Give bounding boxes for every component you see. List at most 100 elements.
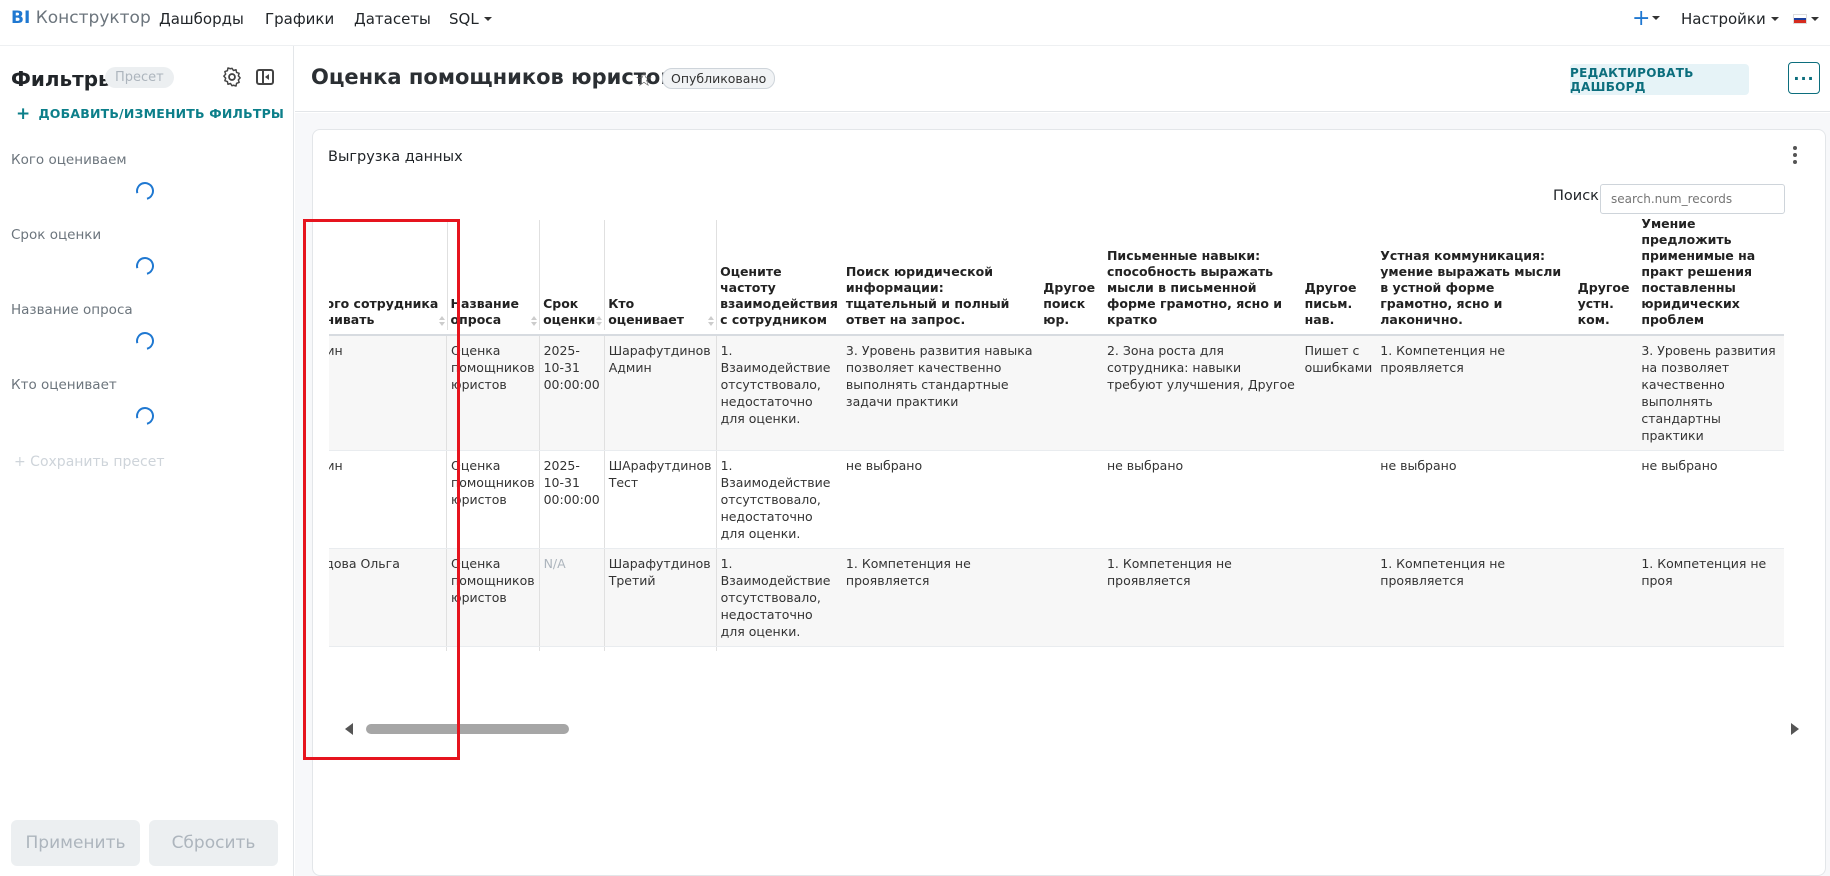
table-cell: Пишет с ошибками bbox=[1300, 335, 1377, 451]
column-header-label: Поиск юридической информации: тщательный… bbox=[845, 264, 1010, 327]
table-cell bbox=[1573, 335, 1638, 451]
table-cell bbox=[1573, 548, 1638, 647]
filters-title: Фильтры bbox=[11, 67, 117, 91]
table-row: ндова ОльгаОценка помощников юристовN/AШ… bbox=[329, 548, 1784, 647]
table-cell: не выбрано bbox=[1102, 450, 1301, 549]
table-cell: ШАрафутдинов Тест bbox=[604, 450, 717, 549]
table-cell: не выбрано bbox=[1637, 450, 1784, 549]
table-cell: не выбрано bbox=[1376, 450, 1574, 549]
table-cell: 1. Компетенция не проявляется bbox=[1376, 548, 1574, 647]
column-header[interactable]: Поиск юридической информации: тщательный… bbox=[841, 216, 1040, 336]
data-export-card: Выгрузка данных Поиск кого сотрудника ен… bbox=[312, 129, 1826, 876]
data-table-viewport: кого сотрудника ениватьНазвание опросаСр… bbox=[329, 216, 1800, 651]
plus-icon: + bbox=[16, 104, 31, 124]
table-cell: не выбрано bbox=[841, 450, 1040, 549]
column-header[interactable]: Другое письм. нав. bbox=[1300, 216, 1377, 336]
column-header[interactable]: Умение предложить применимые на практ ре… bbox=[1637, 216, 1784, 336]
table-row: минОценка помощников юристов2025-10-31 0… bbox=[329, 450, 1784, 549]
column-header-label: Срок оценки bbox=[543, 296, 596, 327]
column-header-label: Название опроса bbox=[450, 296, 519, 327]
gear-icon[interactable] bbox=[221, 66, 243, 88]
preset-badge[interactable]: Пресет bbox=[105, 67, 174, 88]
table-cell: N/A bbox=[539, 646, 605, 651]
dashboard-header: Оценка помощников юристов ☆ Опубликовано… bbox=[295, 46, 1830, 112]
table-cell: не выбрано bbox=[1637, 646, 1784, 651]
plus-icon[interactable]: + bbox=[1632, 6, 1650, 31]
ru-flag-icon[interactable] bbox=[1793, 14, 1807, 24]
table-row: китина ЕкатеринаN/A1. Взаимодействие отс… bbox=[329, 646, 1784, 651]
table-cell bbox=[1300, 548, 1377, 647]
column-header-label: Другое поиск юр. bbox=[1043, 280, 1096, 327]
search-input[interactable] bbox=[1600, 184, 1785, 214]
horizontal-scrollbar[interactable] bbox=[329, 721, 1800, 735]
kebab-menu-icon[interactable] bbox=[1793, 146, 1799, 166]
more-options-button[interactable]: ··· bbox=[1788, 62, 1820, 94]
column-header[interactable]: Устная коммуникация: умение выражать мыс… bbox=[1376, 216, 1574, 336]
table-cell: Оценка помощников юристов bbox=[446, 335, 540, 451]
column-header[interactable]: Срок оценки bbox=[539, 216, 606, 336]
column-header[interactable]: Другое устн. ком. bbox=[1573, 216, 1638, 336]
table-cell: 2025-10-31 00:00:00 bbox=[539, 450, 605, 549]
table-cell: 1. Компетенция не проя bbox=[1637, 548, 1784, 647]
nav-settings-dropdown[interactable]: Настройки bbox=[1681, 10, 1779, 28]
reset-button[interactable]: Сбросить bbox=[149, 820, 278, 866]
save-preset-button[interactable]: + Сохранить пресет bbox=[14, 454, 165, 470]
table-cell bbox=[604, 646, 717, 651]
edit-dashboard-button[interactable]: РЕДАКТИРОВАТЬ ДАШБОРД bbox=[1570, 64, 1749, 95]
table-body: минОценка помощников юристов2025-10-31 0… bbox=[329, 335, 1784, 651]
chevron-down-icon[interactable] bbox=[1811, 17, 1819, 21]
brand-logo[interactable]: BI Конструктор bbox=[11, 8, 151, 28]
filter-label-evaluation-date: Срок оценки bbox=[11, 227, 102, 243]
table-cell: не выбрано bbox=[1376, 646, 1574, 651]
nav-sql-dropdown[interactable]: SQL bbox=[449, 10, 492, 28]
table-cell: Шарафутдинов Третий bbox=[604, 548, 717, 647]
table-cell bbox=[1300, 450, 1377, 549]
table-cell bbox=[1039, 646, 1103, 651]
nav-datasets[interactable]: Датасеты bbox=[354, 10, 431, 28]
column-header-label: Другое письм. нав. bbox=[1304, 280, 1357, 327]
collapse-sidebar-icon[interactable] bbox=[256, 69, 274, 85]
column-header[interactable]: Кто оценивает bbox=[604, 216, 718, 336]
table-cell bbox=[1039, 548, 1103, 647]
table-cell: 3. Уровень развития навыка позволяет кач… bbox=[841, 335, 1040, 451]
add-filters-label: ДОБАВИТЬ/ИЗМЕНИТЬ ФИЛЬТРЫ bbox=[38, 106, 285, 121]
nav-dashboards[interactable]: Дашборды bbox=[159, 10, 244, 28]
table-cell: 2. Зона роста для сотрудника: навыки тре… bbox=[1102, 335, 1301, 451]
table-cell: 1. Компетенция не проявляется bbox=[1102, 548, 1301, 647]
chevron-down-icon[interactable] bbox=[1652, 16, 1660, 20]
filter-label-evaluator: Кто оценивает bbox=[11, 377, 117, 393]
table-cell bbox=[1300, 646, 1377, 651]
data-table: кого сотрудника ениватьНазвание опросаСр… bbox=[329, 216, 1784, 651]
sort-icon[interactable] bbox=[708, 316, 715, 326]
column-header[interactable]: Другое поиск юр. bbox=[1039, 216, 1103, 336]
sort-icon[interactable] bbox=[596, 316, 603, 326]
table-cell: 1. Компетенция не проявляется bbox=[841, 548, 1040, 647]
add-filters-button[interactable]: + ДОБАВИТЬ/ИЗМЕНИТЬ ФИЛЬТРЫ bbox=[16, 104, 284, 124]
column-header-label: Другое устн. ком. bbox=[1577, 280, 1630, 327]
table-cell: N/A bbox=[539, 548, 605, 647]
filter-label-who-evaluated: Кого оцениваем bbox=[11, 152, 127, 168]
table-header-row: кого сотрудника ениватьНазвание опросаСр… bbox=[329, 216, 1784, 336]
loading-spinner-icon bbox=[132, 403, 158, 429]
table-cell bbox=[1039, 335, 1103, 451]
top-navbar: BI Конструктор Дашборды Графики Датасеты… bbox=[0, 0, 1830, 46]
sort-icon[interactable] bbox=[531, 316, 538, 326]
page-title: Оценка помощников юристов bbox=[311, 65, 674, 89]
apply-button[interactable]: Применить bbox=[11, 820, 140, 866]
filters-sidebar: Фильтры Пресет + ДОБАВИТЬ/ИЗМЕНИТЬ ФИЛЬТР… bbox=[0, 46, 294, 876]
star-icon[interactable]: ☆ bbox=[635, 67, 653, 91]
loading-spinner-icon bbox=[132, 328, 158, 354]
nav-charts[interactable]: Графики bbox=[265, 10, 334, 28]
scroll-right-icon[interactable] bbox=[1791, 723, 1799, 735]
table-cell: 1. Взаимодействие отсутствовало, недоста… bbox=[716, 335, 842, 451]
column-header[interactable]: Название опроса bbox=[446, 216, 541, 336]
table-cell: Оценка помощников юристов bbox=[446, 548, 540, 647]
column-header-label: Умение предложить применимые на практ ре… bbox=[1641, 216, 1756, 327]
table-cell: 3. Уровень развития на позволяет качеств… bbox=[1637, 335, 1784, 451]
search-label: Поиск bbox=[1553, 188, 1599, 204]
table-cell bbox=[1573, 450, 1638, 549]
column-header[interactable]: Оцените частоту взаимодействия с сотрудн… bbox=[716, 216, 842, 336]
brand-name: Конструктор bbox=[30, 8, 151, 28]
table-cell bbox=[1573, 646, 1638, 651]
column-header[interactable]: Письменные навыки: способность выражать … bbox=[1102, 216, 1301, 336]
